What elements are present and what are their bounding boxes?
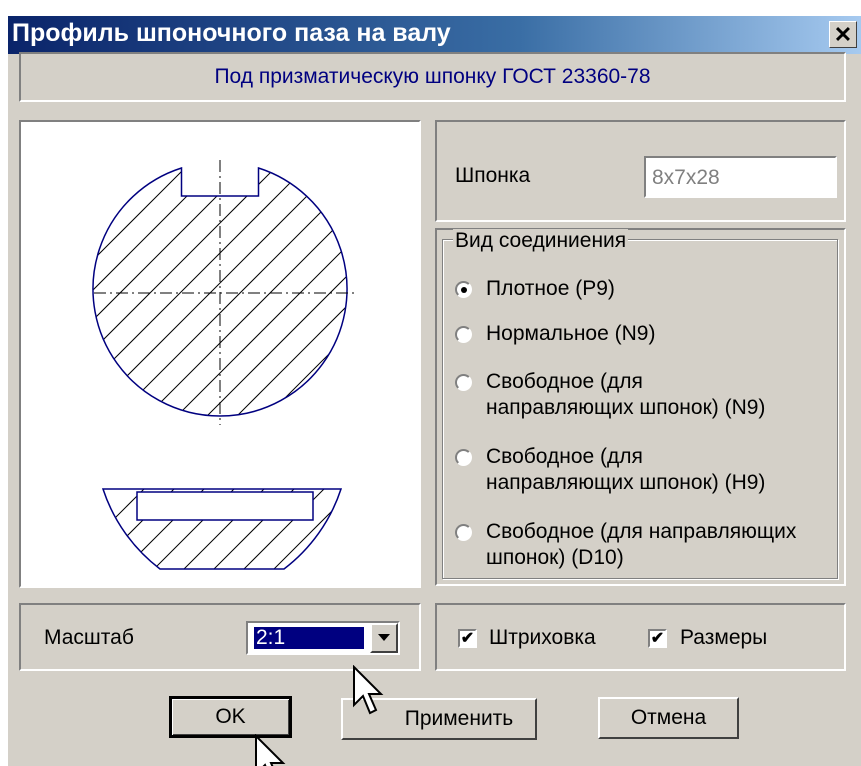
chevron-down-icon [378,634,390,641]
radio-free-d10-line1: Свободное (для направляющих [486,520,797,543]
scale-select[interactable]: 2:1 [246,621,400,655]
dimensions-checkbox[interactable]: ✔ [648,629,667,648]
radio-p9[interactable]: Плотное (P9) [455,276,615,302]
scale-label: Масштаб [44,626,134,649]
connection-legend: Вид соединиения [453,229,629,253]
radio-n9-circle[interactable] [455,326,472,343]
radio-free-d10[interactable]: Свободное (для направляющих шпонок) (D10… [455,519,796,571]
close-icon: ✕ [833,21,853,47]
check-icon: ✔ [460,629,475,647]
radio-free-n9-label: Свободное (для направляющих шпонок) (N9) [486,369,765,421]
standard-header: Под призматическую шпонку ГОСТ 23360-78 [19,52,846,102]
radio-free-d10-circle[interactable] [455,524,472,541]
radio-free-h9-line2: направляющих шпонок) (H9) [486,471,766,494]
radio-free-n9[interactable]: Свободное (для направляющих шпонок) (N9) [455,369,765,421]
cancel-button[interactable]: Отмена [598,697,739,739]
radio-free-n9-circle[interactable] [455,374,472,391]
mouse-cursor-icon [255,734,286,766]
radio-free-d10-label: Свободное (для направляющих шпонок) (D10… [486,519,796,571]
radio-free-h9-label: Свободное (для направляющих шпонок) (H9) [486,444,765,496]
profile-preview [19,120,421,588]
scale-value: 2:1 [254,627,364,649]
title-bar: Профиль шпоночного паза на валу ✕ [8,16,861,54]
dimensions-label: Размеры [680,626,768,649]
key-label: Шпонка [455,164,531,187]
hub-outline [101,488,343,570]
close-button[interactable]: ✕ [829,21,857,48]
hatching-checkbox[interactable]: ✔ [458,629,477,648]
apply-label: Применить [404,707,514,730]
radio-p9-label: Плотное (P9) [486,277,615,300]
radio-free-h9-circle[interactable] [455,449,472,466]
ok-button[interactable]: OK [169,696,292,738]
radio-free-n9-line1: Свободное (для [486,370,643,393]
mouse-cursor-icon [353,665,384,715]
hub-keyway [136,491,314,521]
profile-drawing [92,160,356,570]
key-value: 8x7x28 [652,166,720,189]
scale-dropdown-button[interactable] [370,623,398,653]
hatching-label: Штриховка [489,626,596,649]
key-field[interactable]: 8x7x28 [644,156,837,198]
ok-label: OK [215,705,246,728]
radio-free-d10-line2: шпонок) (D10) [486,546,624,569]
radio-free-h9-line1: Свободное (для [486,445,643,468]
radio-free-h9[interactable]: Свободное (для направляющих шпонок) (H9) [455,444,765,496]
radio-n9[interactable]: Нормальное (N9) [455,321,655,347]
radio-selected-dot [460,286,467,293]
check-icon: ✔ [650,629,665,647]
window-title: Профиль шпоночного паза на валу [12,19,451,47]
radio-p9-circle[interactable] [455,281,472,298]
cancel-label: Отмена [630,706,707,729]
radio-free-n9-line2: направляющих шпонок) (N9) [486,396,766,419]
radio-n9-label: Нормальное (N9) [486,322,656,345]
